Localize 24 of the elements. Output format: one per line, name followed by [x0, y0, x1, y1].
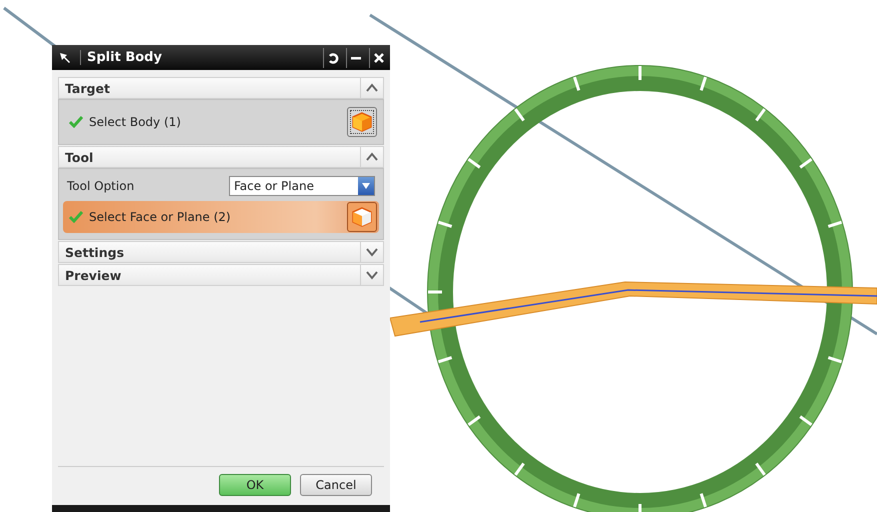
selection-label: Select Face or Plane (2): [89, 210, 232, 224]
check-icon: [69, 116, 83, 128]
section-header[interactable]: Target: [58, 77, 384, 99]
option-label: Tool Option: [67, 179, 136, 193]
dialog-button[interactable]: Cancel: [300, 474, 372, 496]
collapse-icon: [366, 83, 378, 93]
check-icon: [69, 211, 83, 223]
select-body-button[interactable]: [347, 107, 377, 137]
select-body-button[interactable]: [347, 202, 377, 232]
section-header[interactable]: Settings: [58, 241, 384, 263]
window-title: Split Body: [80, 50, 319, 65]
dialog-button[interactable]: OK: [219, 474, 291, 496]
tool-option-dropdown[interactable]: Face or Plane: [229, 176, 375, 196]
pointer-icon: [58, 50, 72, 64]
section-header[interactable]: Preview: [58, 264, 384, 286]
dropdown-arrow-icon: [361, 182, 371, 190]
reset-icon: [327, 52, 339, 64]
expand-icon: [366, 270, 378, 280]
selection-row[interactable]: Select Face or Plane (2): [63, 201, 379, 233]
section-header[interactable]: Tool: [58, 146, 384, 168]
close-icon: [373, 52, 385, 64]
collapse-icon: [366, 152, 378, 162]
selection-label: Select Body (1): [89, 115, 182, 129]
expand-icon: [366, 247, 378, 257]
